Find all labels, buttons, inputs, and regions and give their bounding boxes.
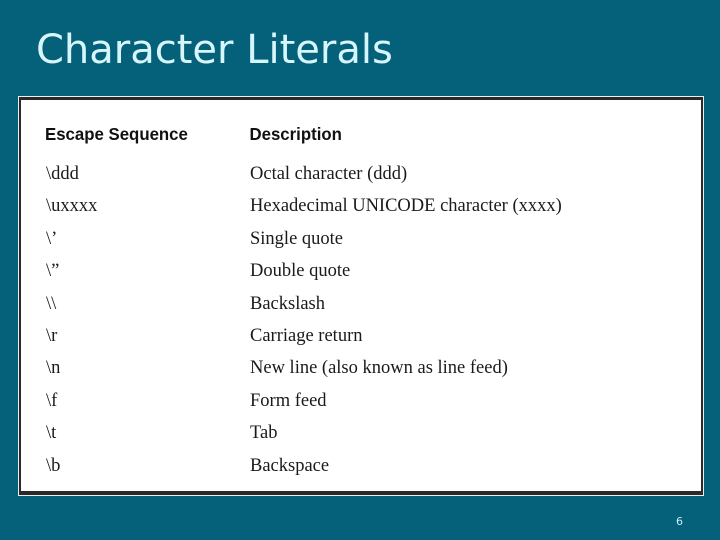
table-row: \” Double quote bbox=[21, 257, 701, 289]
description-cell: Form feed bbox=[250, 390, 327, 411]
escape-sequence-cell: \’ bbox=[46, 228, 58, 249]
table-row: \b Backspace bbox=[21, 452, 701, 484]
escape-sequence-cell: \uxxxx bbox=[46, 196, 98, 217]
escape-sequence-cell: \n bbox=[46, 358, 61, 379]
table-row: \’ Single quote bbox=[21, 225, 701, 257]
table-body: \ddd Octal character (ddd) \uxxxx Hexade… bbox=[21, 160, 701, 484]
table-row: \ddd Octal character (ddd) bbox=[21, 160, 701, 192]
description-cell: Hexadecimal UNICODE character (xxxx) bbox=[250, 196, 562, 217]
description-cell: Tab bbox=[250, 423, 278, 444]
table-row: \\ Backslash bbox=[21, 290, 701, 322]
escape-sequence-cell: \f bbox=[46, 390, 58, 411]
description-cell: Backspace bbox=[250, 455, 330, 476]
table-row: \t Tab bbox=[21, 419, 701, 451]
header-escape-sequence: Escape Sequence bbox=[45, 124, 188, 144]
page-number: 6 bbox=[676, 515, 683, 528]
escape-sequence-cell: \” bbox=[46, 261, 60, 282]
description-cell: Carriage return bbox=[250, 325, 363, 346]
table-row: \uxxxx Hexadecimal UNICODE character (xx… bbox=[21, 192, 701, 224]
description-cell: New line (also known as line feed) bbox=[250, 358, 508, 379]
escape-sequence-cell: \\ bbox=[46, 293, 57, 314]
escape-sequence-cell: \t bbox=[46, 423, 57, 444]
description-cell: Double quote bbox=[250, 261, 351, 282]
table-row: \n New line (also known as line feed) bbox=[21, 354, 701, 386]
escape-sequence-cell: \ddd bbox=[46, 164, 79, 184]
table-header-row: Escape Sequence Description bbox=[21, 124, 674, 148]
header-description: Description bbox=[249, 124, 342, 144]
escape-sequence-cell: \b bbox=[46, 455, 61, 476]
table-row: \f Form feed bbox=[21, 387, 701, 419]
description-cell: Backslash bbox=[250, 293, 326, 314]
slide-title: Character Literals bbox=[36, 27, 393, 73]
description-cell: Octal character (ddd) bbox=[250, 164, 408, 184]
escape-sequence-table-image: Escape Sequence Description \ddd Octal c… bbox=[18, 96, 704, 496]
escape-sequence-cell: \r bbox=[46, 325, 58, 346]
table-row: \r Carriage return bbox=[21, 322, 701, 354]
description-cell: Single quote bbox=[250, 228, 344, 249]
escape-sequence-table: Escape Sequence Description \ddd Octal c… bbox=[19, 97, 703, 495]
